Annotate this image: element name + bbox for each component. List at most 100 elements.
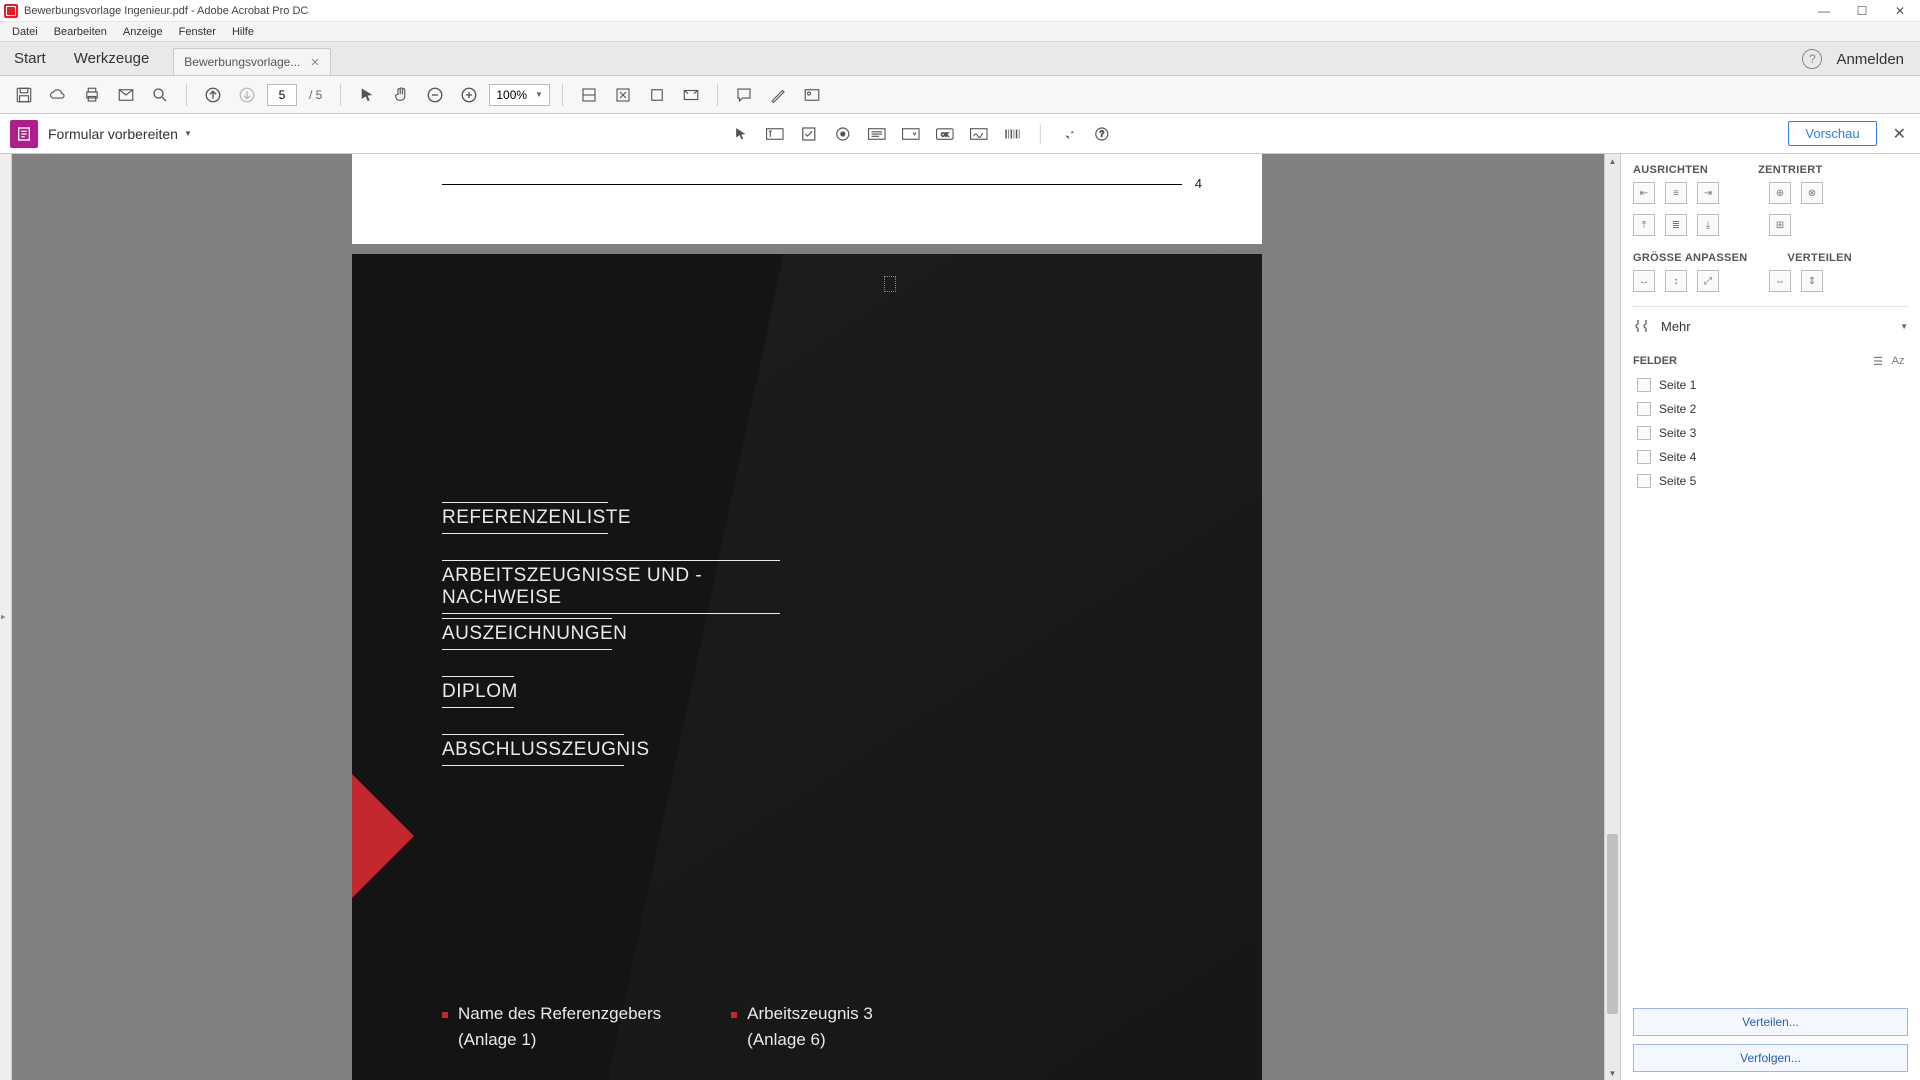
- comment-icon[interactable]: [730, 81, 758, 109]
- pin-icon[interactable]: [1055, 121, 1081, 147]
- field-seite-5[interactable]: Seite 5: [1633, 471, 1908, 491]
- close-button[interactable]: ✕: [1890, 4, 1910, 18]
- document-area[interactable]: 4 REFERENZENLISTE ARBEITSZEUGNISSE UND -…: [12, 154, 1620, 1080]
- menu-anzeige[interactable]: Anzeige: [115, 26, 171, 38]
- page-up-icon[interactable]: [199, 81, 227, 109]
- selection-arrow-icon[interactable]: [353, 81, 381, 109]
- tab-document-label: Bewerbungsvorlage...: [184, 55, 300, 69]
- prev-page-number: 4: [1195, 176, 1202, 191]
- window-title: Bewerbungsvorlage Ingenieur.pdf - Adobe …: [24, 5, 308, 17]
- label-ausrichten: AUSRICHTEN: [1633, 164, 1708, 176]
- left-nav-strip[interactable]: ▸: [0, 154, 12, 1080]
- bullets: Name des Referenzgebers (Anlage 1) Arbei…: [442, 1004, 873, 1050]
- minimize-button[interactable]: —: [1814, 4, 1834, 18]
- butterfly-watermark-icon: [376, 1074, 446, 1080]
- align-top-icon[interactable]: ⤒: [1633, 214, 1655, 236]
- highlight-icon[interactable]: [764, 81, 792, 109]
- menu-hilfe[interactable]: Hilfe: [224, 26, 262, 38]
- read-mode-icon[interactable]: [677, 81, 705, 109]
- scroll-down-icon[interactable]: ▼: [1605, 1066, 1620, 1080]
- menu-datei[interactable]: Datei: [4, 26, 46, 38]
- page-number-input[interactable]: [267, 84, 297, 106]
- page-icon: [1637, 474, 1651, 488]
- align-left-icon[interactable]: ⇤: [1633, 182, 1655, 204]
- more-row[interactable]: Mehr ▼: [1633, 306, 1908, 345]
- menu-bearbeiten[interactable]: Bearbeiten: [46, 26, 115, 38]
- match-height-icon[interactable]: ↕: [1665, 270, 1687, 292]
- field-seite-2[interactable]: Seite 2: [1633, 399, 1908, 419]
- signin-link[interactable]: Anmelden: [1836, 51, 1904, 68]
- distribute-v-icon[interactable]: ⇕: [1801, 270, 1823, 292]
- chevron-down-icon: ▼: [535, 90, 543, 99]
- scrollbar[interactable]: ▲ ▼: [1604, 154, 1620, 1080]
- form-toolbar: Formular vorbereiten ▼ OK ? Vorschau ✕: [0, 114, 1920, 154]
- center-v-icon[interactable]: ⊗: [1801, 182, 1823, 204]
- align-bottom-icon[interactable]: ⤓: [1697, 214, 1719, 236]
- tab-werkzeuge[interactable]: Werkzeuge: [60, 42, 164, 75]
- menu-fenster[interactable]: Fenster: [171, 26, 224, 38]
- page-down-icon[interactable]: [233, 81, 261, 109]
- cloud-icon[interactable]: [44, 81, 72, 109]
- search-icon[interactable]: [146, 81, 174, 109]
- left-expand-icon[interactable]: ▸: [1, 612, 6, 623]
- hand-tool-icon[interactable]: [387, 81, 415, 109]
- center-both-icon[interactable]: ⊞: [1769, 214, 1791, 236]
- mail-icon[interactable]: [112, 81, 140, 109]
- match-width-icon[interactable]: ↔: [1633, 270, 1655, 292]
- preview-button[interactable]: Vorschau: [1788, 121, 1876, 146]
- zoom-in-icon[interactable]: [455, 81, 483, 109]
- scroll-thumb[interactable]: [1607, 834, 1618, 1014]
- rotate-icon[interactable]: [643, 81, 671, 109]
- distribute-h-icon[interactable]: ⇔: [1769, 270, 1791, 292]
- verteilen-button[interactable]: Verteilen...: [1633, 1008, 1908, 1036]
- sort-az-icon[interactable]: Aᴢ: [1888, 353, 1908, 369]
- page-icon: [1637, 450, 1651, 464]
- field-seite-1[interactable]: Seite 1: [1633, 375, 1908, 395]
- more-label: Mehr: [1661, 319, 1890, 334]
- button-field-icon[interactable]: OK: [932, 121, 958, 147]
- sign-icon[interactable]: [798, 81, 826, 109]
- bullet-right-line1: Arbeitszeugnis 3: [747, 1004, 873, 1024]
- close-formbar-icon[interactable]: ✕: [1889, 120, 1910, 148]
- field-seite-3[interactable]: Seite 3: [1633, 423, 1908, 443]
- maximize-button[interactable]: ☐: [1852, 4, 1872, 18]
- heading-auszeichnungen: AUSZEICHNUNGEN: [442, 618, 612, 650]
- signature-field-icon[interactable]: [966, 121, 992, 147]
- tab-start[interactable]: Start: [0, 42, 60, 75]
- text-field-icon[interactable]: [762, 121, 788, 147]
- tab-document[interactable]: Bewerbungsvorlage... ✕: [173, 48, 330, 75]
- checkbox-icon[interactable]: [796, 121, 822, 147]
- help-form-icon[interactable]: ?: [1089, 121, 1115, 147]
- zoom-select[interactable]: 100% ▼: [489, 84, 550, 106]
- help-icon[interactable]: ?: [1802, 49, 1822, 69]
- verfolgen-button[interactable]: Verfolgen...: [1633, 1044, 1908, 1072]
- dropdown-icon[interactable]: [898, 121, 924, 147]
- form-mode-title[interactable]: Formular vorbereiten ▼: [48, 126, 192, 142]
- fit-width-icon[interactable]: [575, 81, 603, 109]
- zoom-out-icon[interactable]: [421, 81, 449, 109]
- match-both-icon[interactable]: ⤢: [1697, 270, 1719, 292]
- page-icon: [1637, 402, 1651, 416]
- align-middle-icon[interactable]: ≣: [1665, 214, 1687, 236]
- barcode-icon[interactable]: [1000, 121, 1026, 147]
- field-seite-4[interactable]: Seite 4: [1633, 447, 1908, 467]
- label-verteilen: VERTEILEN: [1788, 252, 1852, 264]
- center-h-icon[interactable]: ⊕: [1769, 182, 1791, 204]
- save-icon[interactable]: [10, 81, 38, 109]
- bullet-left-line1: Name des Referenzgebers: [458, 1004, 661, 1024]
- select-tool-icon[interactable]: [728, 121, 754, 147]
- label-felder: FELDER: [1633, 355, 1868, 367]
- scroll-up-icon[interactable]: ▲: [1605, 154, 1620, 168]
- fit-page-icon[interactable]: [609, 81, 637, 109]
- align-center-h-icon[interactable]: ≡: [1665, 182, 1687, 204]
- tab-close-icon[interactable]: ✕: [310, 56, 319, 69]
- sort-icon[interactable]: ☰: [1868, 353, 1888, 369]
- listbox-icon[interactable]: [864, 121, 890, 147]
- radio-icon[interactable]: [830, 121, 856, 147]
- print-icon[interactable]: [78, 81, 106, 109]
- svg-text:?: ?: [1100, 129, 1105, 138]
- page-previous: 4: [352, 154, 1262, 244]
- chevron-down-icon: ▼: [184, 129, 192, 138]
- align-right-icon[interactable]: ⇥: [1697, 182, 1719, 204]
- form-center-tools: OK ?: [728, 121, 1115, 147]
